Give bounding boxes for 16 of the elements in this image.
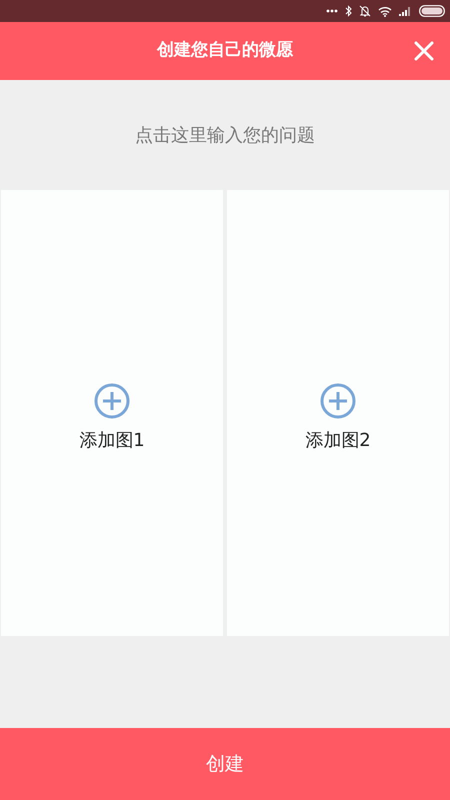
more-dots-icon	[326, 9, 338, 13]
add-image-label: 添加图2	[305, 428, 371, 452]
signal-icon	[399, 6, 412, 16]
image-slot-card[interactable]: 添加图2	[227, 190, 449, 636]
question-input-field[interactable]: 点击这里输入您的问题	[25, 122, 425, 148]
close-icon	[414, 41, 434, 61]
add-icon	[94, 382, 130, 418]
battery-icon	[419, 5, 445, 17]
wifi-icon	[378, 6, 392, 16]
add-image-label: 添加图1	[79, 428, 145, 452]
muted-bell-icon	[359, 5, 371, 17]
add-icon	[320, 382, 356, 418]
image-slot-card[interactable]: 添加图1	[1, 190, 223, 636]
bluetooth-icon	[345, 5, 352, 17]
header-title: 创建您自己的微愿	[157, 39, 293, 62]
close-button[interactable]	[412, 39, 436, 63]
